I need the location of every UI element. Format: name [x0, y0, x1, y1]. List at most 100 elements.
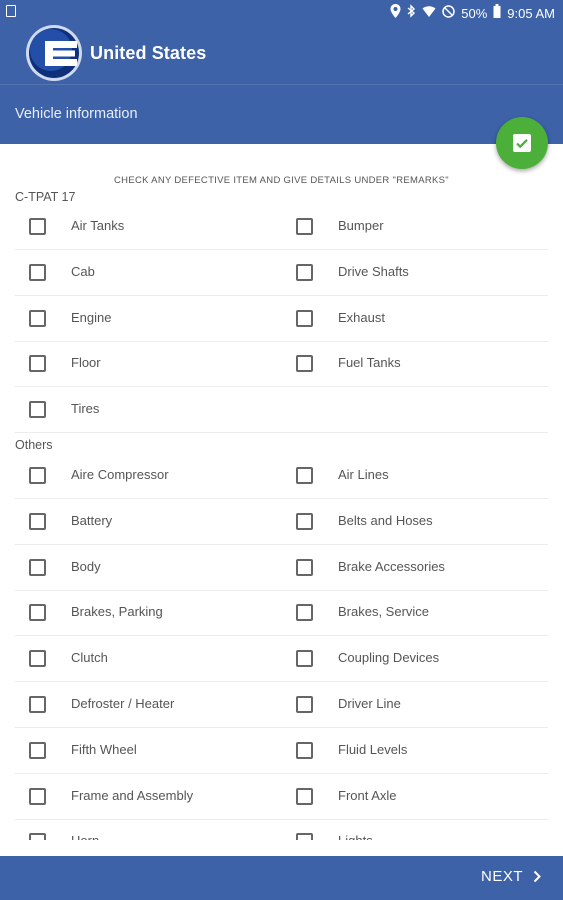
checkbox[interactable]: [29, 355, 46, 373]
checkbox[interactable]: [296, 833, 313, 840]
section-header: Vehicle information: [0, 84, 563, 144]
checkbox[interactable]: [296, 355, 313, 373]
confirm-fab-button[interactable]: [496, 117, 548, 169]
battery-percent: 50%: [461, 5, 488, 21]
checklist-item-label: Brakes, Service: [338, 604, 430, 620]
form-instruction: CHECK ANY DEFECTIVE ITEM AND GIVE DETAIL…: [114, 175, 449, 186]
checklist-item[interactable]: Fuel Tanks: [281, 341, 547, 386]
checklist-item-label: Tires: [71, 401, 100, 417]
checklist-item[interactable]: Brake Accessories: [281, 545, 547, 590]
checklist-item-label: Air Tanks: [71, 218, 125, 233]
checklist-item[interactable]: Drive Shafts: [281, 250, 547, 295]
checklist-item[interactable]: Tires: [15, 387, 281, 432]
checkbox[interactable]: [29, 309, 46, 327]
bottom-bar: NEXT: [0, 856, 563, 900]
checkbox[interactable]: [29, 696, 46, 713]
checklist-item[interactable]: Bumper: [281, 204, 547, 249]
checkbox[interactable]: [296, 604, 313, 622]
checklist-row: Tires: [15, 387, 548, 434]
checklist-item-label: Fifth Wheel: [71, 741, 137, 757]
checklist-row: Fifth Wheel Fluid Levels: [15, 728, 548, 774]
checklist-item-label: Body: [71, 558, 101, 574]
checklist-row: Defroster / Heater Driver Line: [15, 682, 548, 728]
checklist-row: Floor Fuel Tanks: [15, 341, 548, 388]
do-not-disturb-icon: [442, 4, 456, 22]
location-icon: [390, 4, 401, 22]
checklist-item[interactable]: Coupling Devices: [281, 636, 547, 681]
checklist-row: Clutch Coupling Devices: [15, 636, 548, 683]
checkbox[interactable]: [296, 558, 313, 576]
checklist-item[interactable]: Body: [15, 545, 281, 590]
checklist-item-label: Exhaust: [338, 309, 385, 325]
checklist-item[interactable]: Fluid Levels: [281, 728, 547, 773]
checkbox[interactable]: [296, 218, 313, 235]
gallery-notification-icon: [6, 5, 16, 17]
checklist-item[interactable]: Battery: [15, 499, 281, 544]
form-content[interactable]: CHECK ANY DEFECTIVE ITEM AND GIVE DETAIL…: [0, 144, 563, 840]
checklist-item[interactable]: Brakes, Service: [281, 590, 547, 635]
checklist-row: Brakes, Parking Brakes, Service: [15, 590, 548, 637]
checkbox[interactable]: [29, 401, 46, 419]
checkbox[interactable]: [296, 263, 313, 281]
checklist-item-label: Bumper: [338, 218, 384, 233]
checklist-item[interactable]: Driver Line: [281, 682, 547, 727]
checklist-item[interactable]: Belts and Hoses: [281, 499, 547, 544]
checklist-item[interactable]: Clutch: [15, 636, 281, 681]
checklist-row: Body Brake Accessories: [15, 545, 548, 591]
checkbox[interactable]: [296, 467, 313, 484]
checklist-item-label: Horn: [71, 833, 99, 840]
checkbox[interactable]: [296, 512, 313, 530]
checkbox[interactable]: [296, 741, 313, 759]
checkbox-check-icon: [513, 134, 531, 152]
checklist-row: Battery Belts and Hoses: [15, 499, 548, 545]
checklist-item[interactable]: Fifth Wheel: [15, 728, 281, 773]
checklist-item-label: Lights: [338, 833, 373, 840]
checkbox[interactable]: [29, 467, 46, 484]
next-label: NEXT: [480, 868, 523, 885]
checkbox[interactable]: [296, 309, 313, 327]
status-bar: 50% 9:05 AM: [0, 0, 563, 24]
checklist-item[interactable]: Defroster / Heater: [15, 682, 281, 727]
checklist-row: Aire Compressor Air Lines: [15, 453, 548, 499]
checkbox[interactable]: [29, 512, 46, 530]
checklist-item-label: Front Axle: [338, 787, 397, 803]
checkbox[interactable]: [29, 604, 46, 622]
company-logo-icon: [25, 24, 83, 82]
checklist-item[interactable]: Front Axle: [281, 774, 547, 819]
checklist-item-label: Driver Line: [338, 696, 401, 711]
checklist-item[interactable]: Exhaust: [281, 296, 547, 341]
section-label: C-TPAT 17: [15, 190, 76, 204]
checkbox[interactable]: [29, 218, 46, 235]
clock: 9:05 AM: [507, 5, 555, 21]
chevron-right-icon: [533, 870, 541, 883]
next-button[interactable]: NEXT: [481, 868, 541, 885]
checklist-item[interactable]: Air Tanks: [15, 204, 281, 249]
checklist-item-label: Fuel Tanks: [338, 355, 401, 371]
checklist-item[interactable]: Horn: [15, 819, 281, 840]
checklist-item[interactable]: Brakes, Parking: [15, 590, 281, 635]
wifi-icon: [422, 5, 436, 22]
checklist-item-label: Cab: [71, 263, 95, 279]
checklist-item-label: Fluid Levels: [338, 741, 408, 757]
checkbox[interactable]: [296, 787, 313, 805]
checklist-item[interactable]: Air Lines: [281, 453, 547, 498]
checklist-item-label: Floor: [71, 355, 101, 371]
checkbox[interactable]: [29, 787, 46, 805]
checkbox[interactable]: [29, 558, 46, 576]
checkbox[interactable]: [296, 650, 313, 668]
checklist-item[interactable]: Engine: [15, 296, 281, 341]
checklist-item[interactable]: Frame and Assembly: [15, 774, 281, 819]
checklist-item-label: Aire Compressor: [71, 467, 169, 482]
checklist-item[interactable]: Lights: [281, 819, 547, 840]
checkbox[interactable]: [29, 263, 46, 281]
checklist-item[interactable]: Floor: [15, 341, 281, 386]
checklist-item-label: Belts and Hoses: [338, 512, 433, 528]
page-title: Vehicle information: [15, 106, 138, 122]
checkbox[interactable]: [29, 650, 46, 668]
checkbox[interactable]: [296, 696, 313, 713]
checklist-item[interactable]: Cab: [15, 250, 281, 295]
checklist-item-label: Clutch: [71, 650, 108, 666]
checkbox[interactable]: [29, 833, 46, 840]
checkbox[interactable]: [29, 741, 46, 759]
checklist-item[interactable]: Aire Compressor: [15, 453, 281, 498]
